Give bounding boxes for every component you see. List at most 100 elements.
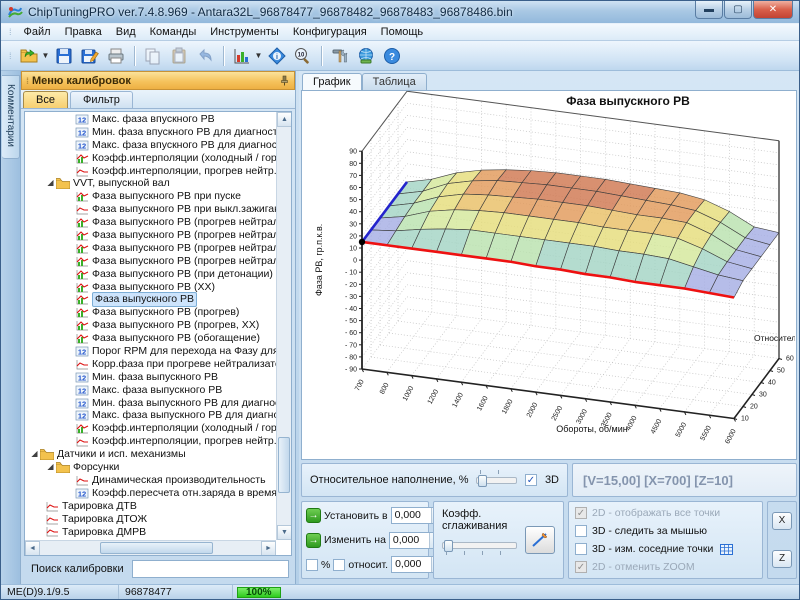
tree-item[interactable]: Тарировка ДМРВ bbox=[25, 526, 276, 539]
menu-Помощь[interactable]: Помощь bbox=[374, 24, 431, 40]
minimize-button[interactable]: ▬ bbox=[695, 1, 723, 19]
tree-item[interactable]: 12Мин. фаза выпускного РВ bbox=[25, 371, 276, 384]
table-12-icon: 12 bbox=[75, 114, 89, 125]
open-file-button[interactable] bbox=[16, 44, 42, 68]
maximize-button[interactable]: ▢ bbox=[724, 1, 752, 19]
tree-item[interactable]: ◢Форсунки bbox=[25, 461, 276, 474]
tree-item[interactable]: Тарировка ДТВ bbox=[25, 500, 276, 513]
tab-Таблица[interactable]: Таблица bbox=[362, 73, 427, 90]
tree-item[interactable]: Фаза выпускного РВ (прогрев нейтрал., ХХ… bbox=[25, 242, 276, 255]
tab-Все[interactable]: Все bbox=[23, 91, 68, 108]
tree-item[interactable]: Тарировка ДТОЖ bbox=[25, 513, 276, 526]
load-slider[interactable] bbox=[476, 473, 516, 487]
apply-set-button[interactable]: → bbox=[306, 508, 321, 523]
tree-item[interactable]: Динамическая производительность bbox=[25, 474, 276, 487]
copy-button[interactable] bbox=[140, 44, 166, 68]
surface-chart[interactable]: - 90- 80- 70- 60- 50- 40- 30- 20- 100102… bbox=[302, 91, 795, 459]
tree-item[interactable]: 12Макс. фаза выпускного РВ bbox=[25, 384, 276, 397]
mode-checkbox[interactable]: ✓ bbox=[575, 543, 587, 555]
mode-checkbox[interactable]: ✓ bbox=[575, 507, 587, 519]
search-input[interactable] bbox=[132, 560, 289, 578]
menu-Конфигурация[interactable]: Конфигурация bbox=[286, 24, 374, 40]
tree-item[interactable]: Фаза выпускного РВ (при детонации) bbox=[25, 268, 276, 281]
open-dropdown-caret[interactable]: ▼ bbox=[42, 51, 51, 60]
y-tick-label: - 70 bbox=[345, 342, 357, 349]
tree-item[interactable]: Фаза выпускного РВ (прогрев нейтрал., хо… bbox=[25, 229, 276, 242]
save-button[interactable] bbox=[51, 44, 77, 68]
tree-item[interactable]: Корр.фаза при прогреве нейтрализатора bbox=[25, 358, 276, 371]
tree-item[interactable]: 12Макс. фаза выпускного РВ для диагности… bbox=[25, 409, 276, 422]
tree-item[interactable]: 12Мин. фаза выпускного РВ для диагностик… bbox=[25, 397, 276, 410]
tree-item[interactable]: ◢VVT, выпускной вал bbox=[25, 177, 276, 190]
mode-checkbox[interactable]: ✓ bbox=[575, 525, 587, 537]
selected-point-marker[interactable] bbox=[359, 239, 365, 245]
paste-button[interactable] bbox=[166, 44, 192, 68]
apply-change-button[interactable]: → bbox=[306, 533, 321, 548]
horizontal-scroll-thumb[interactable] bbox=[100, 542, 213, 554]
chart-dropdown-caret[interactable]: ▼ bbox=[255, 51, 264, 60]
apply-smoothing-button[interactable] bbox=[525, 526, 555, 554]
tree-item[interactable]: Фаза выпускного РВ bbox=[25, 293, 276, 306]
tree-item[interactable]: 12Макс. фаза впускного РВ для диагностик… bbox=[25, 139, 276, 152]
x-axis-button[interactable]: X bbox=[772, 512, 792, 530]
curve-2d-icon bbox=[75, 166, 89, 177]
tree-vertical-scrollbar[interactable]: ▲ ▼ bbox=[276, 112, 291, 540]
3d-checkbox[interactable]: ✓ bbox=[525, 474, 537, 486]
undo-button[interactable] bbox=[192, 44, 218, 68]
load-slider-thumb[interactable] bbox=[478, 475, 487, 487]
compare-button[interactable]: i bbox=[264, 44, 290, 68]
ecu-type-cell: ME(D)9.1/9.5 bbox=[1, 585, 119, 599]
tree-horizontal-scrollbar[interactable]: ◄ ► bbox=[25, 540, 276, 555]
menu-Файл[interactable]: Файл bbox=[17, 24, 58, 40]
expand-toggle[interactable]: ◢ bbox=[45, 461, 56, 474]
tree-item[interactable]: Фаза выпускного РВ (обогащение) bbox=[25, 332, 276, 345]
menu-Вид[interactable]: Вид bbox=[109, 24, 143, 40]
scroll-right-button[interactable]: ► bbox=[261, 541, 276, 556]
tab-Фильтр[interactable]: Фильтр bbox=[70, 91, 133, 108]
tools-button[interactable] bbox=[327, 44, 353, 68]
window-title: ChipTuningPRO ver.7.4.8.969 - Antara32L_… bbox=[28, 5, 513, 19]
z-axis-button[interactable]: Z bbox=[772, 550, 792, 568]
chart-view-button[interactable] bbox=[229, 44, 255, 68]
checksum-button[interactable]: 10 bbox=[290, 44, 316, 68]
tree-item[interactable]: Коэфф.интерполяции (холодный / горячий ) bbox=[25, 422, 276, 435]
smoothing-slider[interactable] bbox=[442, 538, 517, 552]
tree-item[interactable]: 12Макс. фаза впускного РВ bbox=[25, 113, 276, 126]
vertical-scroll-thumb[interactable] bbox=[278, 437, 290, 493]
map-3d-icon bbox=[75, 230, 89, 241]
tree-item[interactable]: Коэфф.интерполяции, прогрев нейтр. (холо… bbox=[25, 435, 276, 448]
tree-item[interactable]: 12Коэфф.пересчета отн.заряда в время впр… bbox=[25, 487, 276, 500]
internet-update-button[interactable] bbox=[353, 44, 379, 68]
menu-Команды[interactable]: Команды bbox=[143, 24, 204, 40]
help-button[interactable]: ? bbox=[379, 44, 405, 68]
close-button[interactable]: ✕ bbox=[753, 1, 793, 19]
copy-icon bbox=[144, 47, 162, 65]
tree-item[interactable]: 12Мин. фаза впускного РВ для диагностики bbox=[25, 126, 276, 139]
tree-item[interactable]: Коэфф.интерполяции (холодный / горячий ) bbox=[25, 152, 276, 165]
tab-График[interactable]: График bbox=[302, 73, 362, 90]
pin-icon[interactable] bbox=[279, 75, 290, 86]
comments-tab[interactable]: Комментарии bbox=[2, 75, 20, 159]
scroll-up-button[interactable]: ▲ bbox=[277, 112, 292, 127]
scroll-left-button[interactable]: ◄ bbox=[25, 541, 40, 556]
menu-Инструменты[interactable]: Инструменты bbox=[203, 24, 286, 40]
print-button[interactable] bbox=[103, 44, 129, 68]
percent-checkbox[interactable]: ✓ bbox=[306, 559, 318, 571]
menu-Правка[interactable]: Правка bbox=[58, 24, 109, 40]
tree-item[interactable]: Фаза выпускного РВ при выкл.зажигания bbox=[25, 203, 276, 216]
tree-item[interactable]: ◢Датчики и исп. механизмы bbox=[25, 448, 276, 461]
expand-toggle[interactable]: ◢ bbox=[45, 177, 56, 190]
tree-item[interactable]: Фаза выпускного РВ (прогрев нейтрал., ХХ… bbox=[25, 255, 276, 268]
smoothing-slider-track[interactable] bbox=[442, 542, 517, 549]
tree-item[interactable]: Фаза выпускного РВ (прогрев нейтрализато… bbox=[25, 216, 276, 229]
tree-item[interactable]: Коэфф.интерполяции, прогрев нейтр. (холо… bbox=[25, 165, 276, 178]
tree-item[interactable]: 12Порог RPM для перехода на Фазу для реж… bbox=[25, 345, 276, 358]
relative-checkbox[interactable]: ✓ bbox=[333, 559, 345, 571]
mode-checkbox[interactable]: ✓ bbox=[575, 561, 587, 573]
scroll-down-button[interactable]: ▼ bbox=[277, 525, 292, 540]
tree-item[interactable]: Фаза выпускного РВ (прогрев, ХХ) bbox=[25, 319, 276, 332]
tree-item[interactable]: Фаза выпускного РВ при пуске bbox=[25, 190, 276, 203]
tree-item[interactable]: Фаза выпускного РВ (прогрев) bbox=[25, 306, 276, 319]
expand-toggle[interactable]: ◢ bbox=[29, 448, 40, 461]
save-as-button[interactable] bbox=[77, 44, 103, 68]
